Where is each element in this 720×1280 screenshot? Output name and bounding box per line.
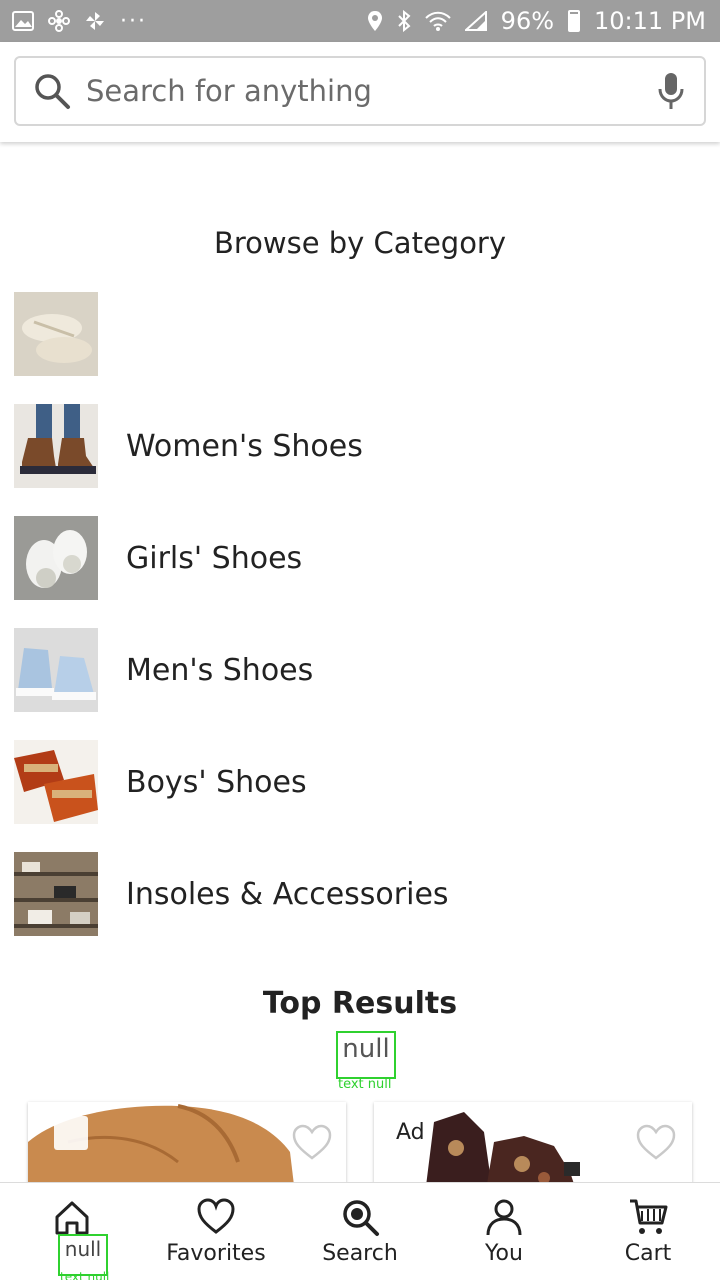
- status-bar: ··· 96% 10:11 PM: [0, 0, 720, 42]
- home-icon: [55, 1201, 89, 1235]
- heart-icon: [197, 1198, 235, 1234]
- status-right: 96% 10:11 PM: [367, 7, 706, 35]
- search-header: [0, 42, 720, 142]
- battery-icon: [568, 10, 581, 32]
- cart-icon: [630, 1199, 668, 1234]
- fan-icon: [84, 10, 106, 32]
- search-icon: [35, 74, 70, 109]
- nav-item-favorites[interactable]: Favorites: [144, 1183, 288, 1280]
- category-thumbnail-girls-shoes: [14, 516, 98, 600]
- category-item-boys-shoes[interactable]: Boys' Shoes: [14, 740, 706, 824]
- nav-item-home[interactable]: null: [0, 1183, 144, 1280]
- category-thumbnail-sandals: [14, 292, 98, 376]
- category-item-womens-shoes[interactable]: Women's Shoes: [14, 404, 706, 488]
- pinwheel-icon: [48, 10, 70, 32]
- top-results-title: Top Results: [262, 986, 458, 1021]
- search-box[interactable]: [14, 56, 706, 126]
- category-label: Men's Shoes: [126, 652, 314, 688]
- nav-label: Search: [322, 1241, 398, 1266]
- favorite-heart-icon[interactable]: [292, 1124, 332, 1162]
- tag-marker: [54, 1116, 88, 1150]
- category-item-insoles-accessories[interactable]: Insoles & Accessories: [14, 852, 706, 936]
- signal-icon: [464, 11, 487, 31]
- nav-item-you[interactable]: You: [432, 1183, 576, 1280]
- category-item-mens-shoes[interactable]: Men's Shoes: [14, 628, 706, 712]
- nav-item-cart[interactable]: Cart: [576, 1183, 720, 1280]
- bottom-nav: null Favorites Search You Cart: [0, 1182, 720, 1280]
- nav-label: You: [485, 1241, 523, 1266]
- category-thumbnail-insoles-accessories: [14, 852, 98, 936]
- category-item-sandals[interactable]: [14, 292, 706, 376]
- debug-null-caption: text null: [60, 1270, 110, 1280]
- search-input[interactable]: [86, 74, 654, 108]
- battery-percent: 96%: [500, 7, 555, 35]
- category-label: Boys' Shoes: [126, 764, 307, 800]
- user-icon: [486, 1199, 522, 1236]
- favorite-heart-icon[interactable]: [636, 1124, 676, 1162]
- ad-badge: Ad: [396, 1120, 425, 1145]
- category-list: Women's Shoes Girls' Shoes Men's Shoes B…: [14, 292, 706, 964]
- category-label: Insoles & Accessories: [126, 876, 449, 912]
- debug-null-box: null: [336, 1031, 396, 1079]
- nav-item-search[interactable]: Search: [288, 1183, 432, 1280]
- nav-label: Cart: [624, 1241, 672, 1266]
- category-thumbnail-boys-shoes: [14, 740, 98, 824]
- category-thumbnail-womens-shoes: [14, 404, 98, 488]
- more-dots-icon: ···: [120, 8, 147, 34]
- microphone-icon[interactable]: [654, 71, 688, 111]
- search-icon: [343, 1200, 379, 1236]
- category-item-girls-shoes[interactable]: Girls' Shoes: [14, 516, 706, 600]
- browse-title: Browse by Category: [213, 226, 507, 260]
- category-label: Women's Shoes: [126, 428, 363, 464]
- nav-label: Favorites: [166, 1241, 266, 1266]
- category-label: Girls' Shoes: [126, 540, 303, 576]
- image-icon: [12, 11, 34, 31]
- bluetooth-icon: [397, 10, 411, 32]
- location-icon: [367, 10, 383, 32]
- category-thumbnail-mens-shoes: [14, 628, 98, 712]
- status-time: 10:11 PM: [594, 7, 706, 35]
- wifi-icon: [424, 11, 451, 31]
- status-left: ···: [12, 9, 147, 34]
- debug-null-caption: text null: [338, 1077, 392, 1092]
